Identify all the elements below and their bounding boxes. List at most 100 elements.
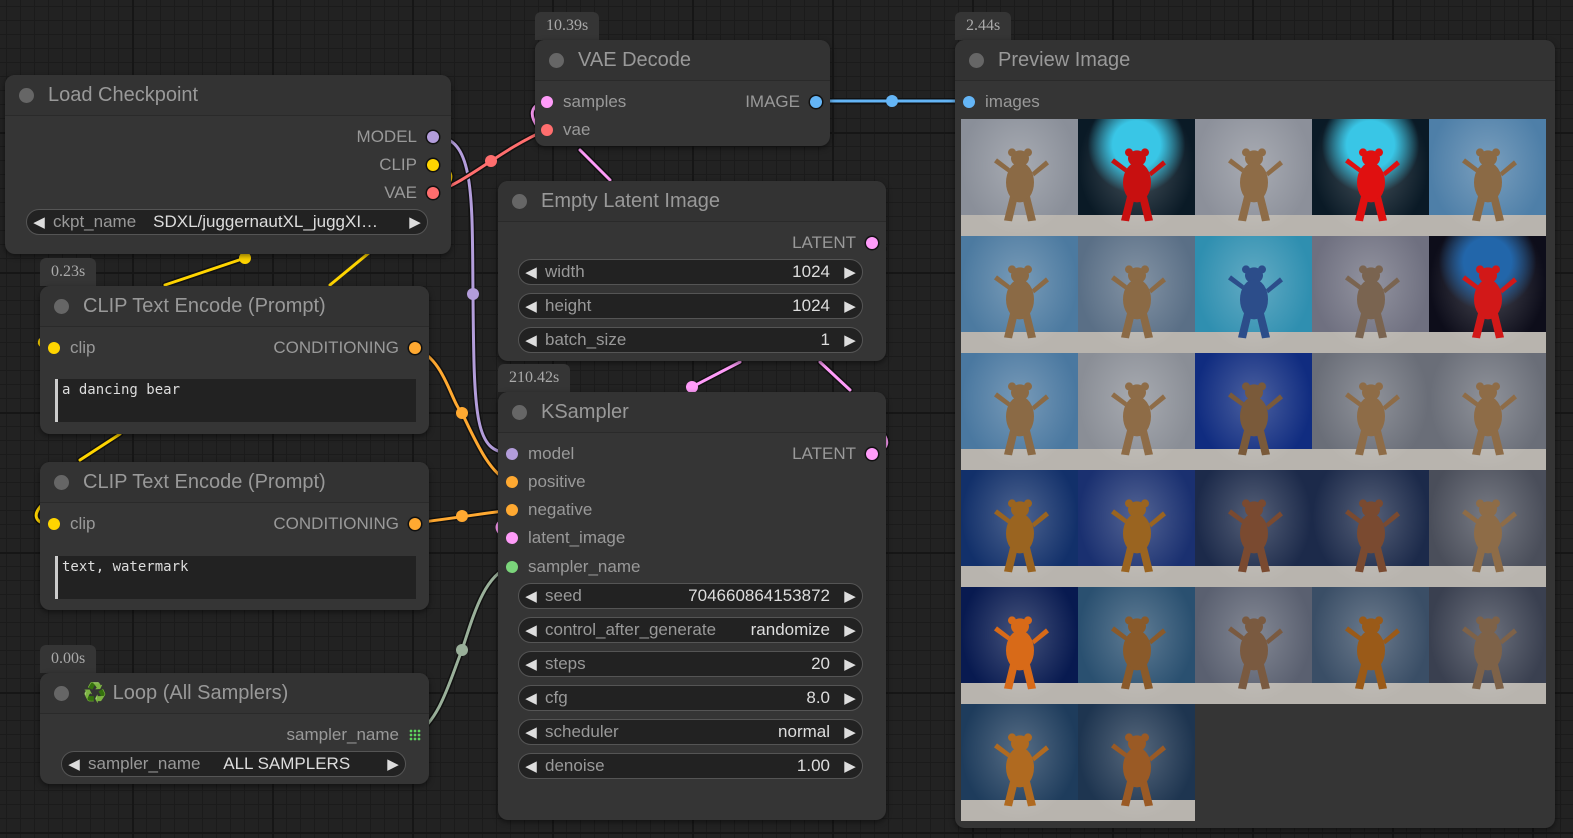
decrement-arrow-icon[interactable]: ◀: [519, 263, 543, 281]
increment-arrow-icon[interactable]: ▶: [838, 655, 862, 673]
link-clip-b[interactable]: [163, 256, 247, 287]
link-center-negative[interactable]: [456, 510, 468, 522]
node-empty-latent-image[interactable]: Empty Latent Image LATENT ◀ width 1024 ▶…: [498, 181, 886, 361]
widget-control-after-generate[interactable]: ◀ control_after_generate randomize ▶: [518, 617, 863, 643]
slot-dot[interactable]: [48, 518, 60, 530]
preview-thumbnail[interactable]: [1078, 119, 1195, 236]
slot-dot[interactable]: [506, 532, 518, 544]
widget-seed[interactable]: ◀ seed 704660864153872 ▶: [518, 583, 863, 609]
widget-denoise[interactable]: ◀ denoise 1.00 ▶: [518, 753, 863, 779]
slot-dot[interactable]: [866, 237, 878, 249]
slot-dot[interactable]: [427, 131, 439, 143]
node-title-bar[interactable]: CLIP Text Encode (Prompt): [40, 286, 429, 327]
preview-thumbnail[interactable]: [961, 704, 1078, 821]
slot-dot[interactable]: [866, 448, 878, 460]
preview-thumbnail[interactable]: [1429, 119, 1546, 236]
preview-thumbnail[interactable]: [1078, 470, 1195, 587]
widget-value[interactable]: SDXL/juggernautXL_juggXI…: [136, 212, 395, 232]
decrement-arrow-icon[interactable]: ◀: [27, 213, 51, 231]
preview-thumbnail[interactable]: [1429, 470, 1546, 587]
widget-value[interactable]: 20: [586, 654, 830, 674]
link-center-positive[interactable]: [456, 407, 468, 419]
collapse-dot[interactable]: [54, 474, 69, 490]
decrement-arrow-icon[interactable]: ◀: [519, 689, 543, 707]
link-center-image[interactable]: [886, 95, 898, 107]
decrement-arrow-icon[interactable]: ◀: [519, 621, 543, 639]
output-latent[interactable]: LATENT: [792, 232, 878, 254]
preview-thumbnail[interactable]: [1429, 587, 1546, 704]
input-vae[interactable]: vae: [541, 119, 590, 141]
preview-thumbnail[interactable]: [1429, 353, 1546, 470]
slot-dot[interactable]: [409, 518, 421, 530]
output-vae[interactable]: VAE: [384, 182, 439, 204]
output-image[interactable]: IMAGE: [745, 91, 822, 113]
widget-value[interactable]: 1.00: [605, 756, 830, 776]
node-load-checkpoint[interactable]: Load Checkpoint MODEL CLIP VAE ◀ ckpt_na…: [5, 75, 451, 254]
input-samples[interactable]: samples: [541, 91, 626, 113]
widget-value[interactable]: 8.0: [568, 688, 830, 708]
collapse-dot[interactable]: [54, 298, 69, 314]
node-clip-text-encode-positive[interactable]: CLIP Text Encode (Prompt) clip CONDITION…: [40, 286, 429, 434]
link-center-sampler[interactable]: [456, 644, 468, 656]
output-clip[interactable]: CLIP: [379, 154, 439, 176]
prompt-textarea[interactable]: text, watermark: [55, 556, 416, 599]
collapse-dot[interactable]: [969, 52, 984, 68]
node-preview-image[interactable]: Preview Image images: [955, 40, 1555, 828]
widget-sampler-name[interactable]: ◀ sampler_name ALL SAMPLERS ▶: [61, 751, 406, 777]
input-sampler-name[interactable]: sampler_name: [506, 556, 640, 578]
node-title-bar[interactable]: Preview Image: [955, 40, 1555, 81]
collapse-dot[interactable]: [512, 193, 527, 209]
input-clip[interactable]: clip: [48, 513, 96, 535]
widget-value[interactable]: 704660864153872: [582, 586, 830, 606]
output-conditioning[interactable]: CONDITIONING: [273, 337, 421, 359]
widget-value[interactable]: ALL SAMPLERS: [200, 754, 373, 774]
increment-arrow-icon[interactable]: ▶: [838, 757, 862, 775]
link-negative[interactable]: [413, 508, 513, 525]
slot-dot[interactable]: [506, 476, 518, 488]
increment-arrow-icon[interactable]: ▶: [381, 755, 405, 773]
link-positive[interactable]: [413, 346, 513, 484]
widget-ckpt-name[interactable]: ◀ ckpt_name SDXL/juggernautXL_juggXI… ▶: [26, 209, 428, 235]
slot-dot[interactable]: [810, 96, 822, 108]
output-latent[interactable]: LATENT: [792, 443, 878, 465]
node-ksampler[interactable]: KSampler model positive negative latent_…: [498, 392, 886, 820]
preview-thumbnail[interactable]: [961, 587, 1078, 704]
decrement-arrow-icon[interactable]: ◀: [519, 723, 543, 741]
preview-thumbnail[interactable]: [1195, 587, 1312, 704]
preview-thumbnail[interactable]: [1195, 236, 1312, 353]
slot-dot[interactable]: [427, 159, 439, 171]
preview-thumbnail[interactable]: [1195, 119, 1312, 236]
node-title-bar[interactable]: VAE Decode: [535, 40, 830, 81]
decrement-arrow-icon[interactable]: ◀: [519, 587, 543, 605]
node-title-bar[interactable]: Empty Latent Image: [498, 181, 886, 222]
collapse-dot[interactable]: [19, 87, 34, 103]
preview-thumbnail[interactable]: [1312, 470, 1429, 587]
output-model[interactable]: MODEL: [357, 126, 439, 148]
node-title-bar[interactable]: Load Checkpoint: [5, 75, 451, 116]
widget-steps[interactable]: ◀ steps 20 ▶: [518, 651, 863, 677]
node-title-bar[interactable]: KSampler: [498, 392, 886, 433]
output-sampler-name[interactable]: sampler_name: [287, 724, 421, 746]
node-loop-all-samplers[interactable]: ♻️ Loop (All Samplers) sampler_name ◀ sa…: [40, 673, 429, 784]
decrement-arrow-icon[interactable]: ◀: [519, 655, 543, 673]
increment-arrow-icon[interactable]: ▶: [838, 297, 862, 315]
prompt-textarea[interactable]: a dancing bear: [55, 379, 416, 422]
slot-dot[interactable]: [963, 96, 975, 108]
slot-dot[interactable]: [506, 448, 518, 460]
input-negative[interactable]: negative: [506, 499, 592, 521]
decrement-arrow-icon[interactable]: ◀: [62, 755, 86, 773]
link-center-vae[interactable]: [485, 155, 497, 167]
link-sampler-name[interactable]: [413, 564, 513, 737]
preview-thumbnail[interactable]: [1078, 236, 1195, 353]
increment-arrow-icon[interactable]: ▶: [838, 689, 862, 707]
widget-value[interactable]: randomize: [716, 620, 830, 640]
widget-batch-size[interactable]: ◀ batch_size 1 ▶: [518, 327, 863, 353]
node-title-bar[interactable]: ♻️ Loop (All Samplers): [40, 673, 429, 714]
slot-dot[interactable]: [506, 504, 518, 516]
widget-scheduler[interactable]: ◀ scheduler normal ▶: [518, 719, 863, 745]
increment-arrow-icon[interactable]: ▶: [403, 213, 427, 231]
preview-thumbnail[interactable]: [961, 236, 1078, 353]
increment-arrow-icon[interactable]: ▶: [838, 263, 862, 281]
input-images[interactable]: images: [963, 91, 1040, 113]
input-clip[interactable]: clip: [48, 337, 96, 359]
